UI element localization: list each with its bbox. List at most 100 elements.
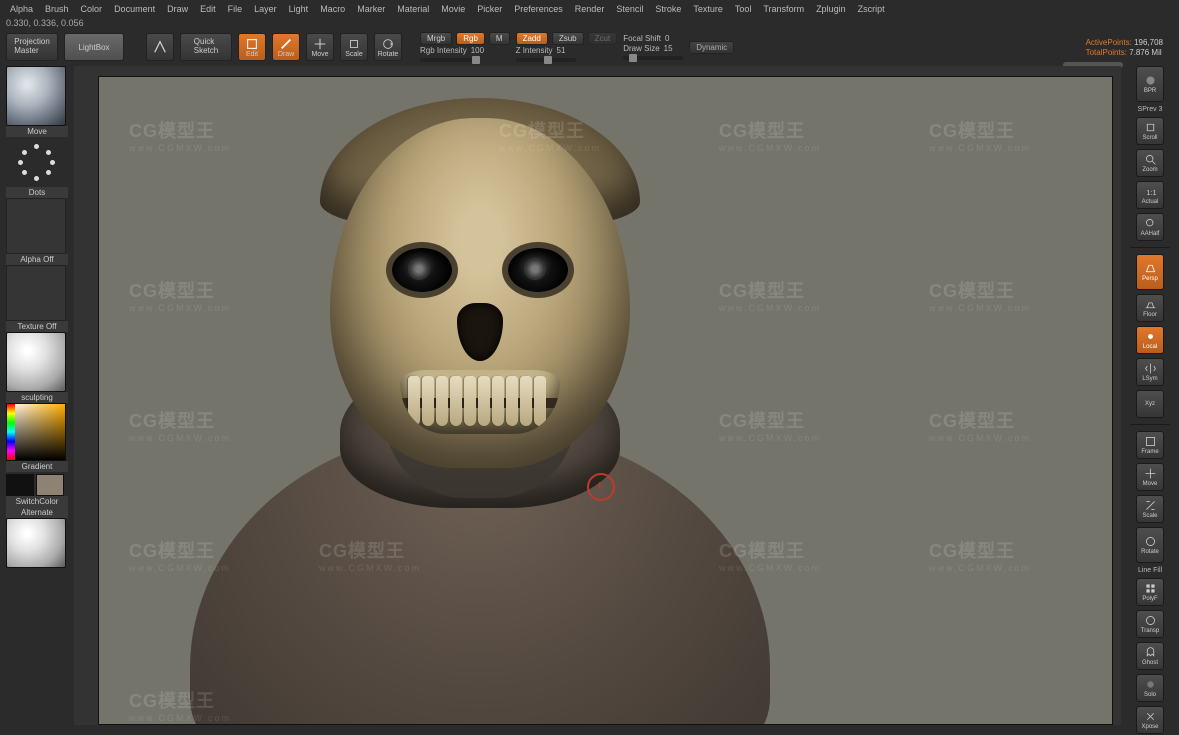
draw-size-value: 15 bbox=[664, 44, 673, 53]
rgb-intensity-value: 100 bbox=[471, 46, 484, 55]
alpha-swatch-label: Alpha Off bbox=[6, 254, 68, 265]
coord-readout: 0.330, 0.336, 0.056 bbox=[6, 18, 84, 30]
projection-master-button[interactable]: Projection Master bbox=[6, 33, 58, 61]
secondary-color[interactable] bbox=[6, 474, 34, 496]
persp-button[interactable]: Persp bbox=[1136, 254, 1164, 290]
z-intensity-label: Z Intensity bbox=[516, 46, 553, 55]
xyz-button[interactable]: Xyz bbox=[1136, 390, 1164, 418]
right-tool-rail: BPR SPrev 3 Scroll Zoom 1:1Actual AAHalf… bbox=[1127, 66, 1173, 734]
zcut-toggle[interactable]: Zcut bbox=[588, 32, 618, 45]
solo-button[interactable]: Solo bbox=[1136, 674, 1164, 702]
edit-button[interactable]: Edit bbox=[238, 33, 266, 61]
rotate-button[interactable]: Rotate bbox=[374, 33, 402, 61]
movenav-button[interactable]: Move bbox=[1136, 463, 1164, 491]
focal-shift-value: 0 bbox=[665, 34, 669, 43]
hue-bar[interactable] bbox=[7, 404, 15, 460]
quicksketch-button[interactable]: Quick Sketch bbox=[180, 33, 232, 61]
menu-color[interactable]: Color bbox=[81, 4, 103, 14]
spotlight-swatch[interactable] bbox=[6, 518, 66, 568]
texture-swatch-label: Texture Off bbox=[6, 321, 68, 332]
move-button[interactable]: Move bbox=[306, 33, 334, 61]
lightbox-button[interactable]: LightBox bbox=[64, 33, 124, 61]
menu-layer[interactable]: Layer bbox=[254, 4, 277, 14]
menu-tool[interactable]: Tool bbox=[735, 4, 752, 14]
rgb-intensity-label: Rgb Intensity bbox=[420, 46, 467, 55]
menu-file[interactable]: File bbox=[228, 4, 243, 14]
mrgb-toggle[interactable]: Mrgb bbox=[420, 32, 452, 45]
material-swatch[interactable] bbox=[6, 332, 66, 392]
menu-zplugin[interactable]: Zplugin bbox=[816, 4, 846, 14]
rotatenav-button[interactable]: Rotate bbox=[1136, 527, 1164, 563]
local-button[interactable]: Local bbox=[1136, 326, 1164, 354]
menu-render[interactable]: Render bbox=[575, 4, 605, 14]
menu-edit[interactable]: Edit bbox=[200, 4, 216, 14]
menu-picker[interactable]: Picker bbox=[477, 4, 502, 14]
bpr-button[interactable]: BPR bbox=[1136, 66, 1164, 102]
color-picker[interactable] bbox=[6, 403, 66, 461]
z-intensity-value: 51 bbox=[557, 46, 566, 55]
brush-swatch[interactable] bbox=[6, 66, 66, 126]
scale-button[interactable]: Scale bbox=[340, 33, 368, 61]
menu-document[interactable]: Document bbox=[114, 4, 155, 14]
stroke-swatch-label: Dots bbox=[6, 187, 68, 198]
floor-button[interactable]: Floor bbox=[1136, 294, 1164, 322]
menu-marker[interactable]: Marker bbox=[357, 4, 385, 14]
quicksketch-icon-button[interactable] bbox=[146, 33, 174, 61]
xpose-button[interactable]: Xpose bbox=[1136, 706, 1164, 734]
sprev-label: SPrev 3 bbox=[1138, 106, 1163, 113]
menu-brush[interactable]: Brush bbox=[45, 4, 69, 14]
frame-button[interactable]: Frame bbox=[1136, 431, 1164, 459]
ghost-button[interactable]: Ghost bbox=[1136, 642, 1164, 670]
svg-text:1:1: 1:1 bbox=[1146, 188, 1156, 197]
brush-swatch-label: Move bbox=[6, 126, 68, 137]
menu-bar: Alpha Brush Color Document Draw Edit Fil… bbox=[0, 0, 1179, 18]
gradient-label[interactable]: Gradient bbox=[6, 461, 68, 472]
lsym-button[interactable]: LSym bbox=[1136, 358, 1164, 386]
rgb-intensity-slider[interactable] bbox=[420, 58, 480, 62]
viewport-wrap: CG模型王www.CGMXW.com CG模型王www.CGMXW.com CG… bbox=[74, 66, 1121, 725]
primary-color[interactable] bbox=[36, 474, 64, 496]
draw-button[interactable]: Draw bbox=[272, 33, 300, 61]
scroll-button[interactable]: Scroll bbox=[1136, 117, 1164, 145]
menu-macro[interactable]: Macro bbox=[320, 4, 345, 14]
scalenav-button[interactable]: Scale bbox=[1136, 495, 1164, 523]
rgb-toggle[interactable]: Rgb bbox=[456, 32, 485, 45]
menu-transform[interactable]: Transform bbox=[763, 4, 804, 14]
transp-button[interactable]: Transp bbox=[1136, 610, 1164, 638]
switchcolor-button[interactable]: SwitchColor bbox=[6, 496, 68, 507]
menu-preferences[interactable]: Preferences bbox=[514, 4, 563, 14]
menu-stroke[interactable]: Stroke bbox=[655, 4, 681, 14]
linefill-label: Line Fill bbox=[1138, 567, 1162, 574]
menu-stencil[interactable]: Stencil bbox=[616, 4, 643, 14]
menu-zscript[interactable]: Zscript bbox=[858, 4, 885, 14]
draw-size-label: Draw Size bbox=[623, 44, 659, 53]
actual-button[interactable]: 1:1Actual bbox=[1136, 181, 1164, 209]
menu-light[interactable]: Light bbox=[289, 4, 309, 14]
alternate-button[interactable]: Alternate bbox=[6, 507, 68, 518]
zadd-toggle[interactable]: Zadd bbox=[516, 32, 548, 45]
m-toggle[interactable]: M bbox=[489, 32, 510, 45]
watermark: CG模型王www.CGMXW.com bbox=[929, 407, 1031, 443]
menu-draw[interactable]: Draw bbox=[167, 4, 188, 14]
alpha-swatch[interactable] bbox=[6, 198, 66, 254]
material-swatch-label: sculpting bbox=[6, 392, 68, 403]
left-palette: Move Dots Alpha Off Texture Off sculptin… bbox=[6, 66, 68, 568]
canvas[interactable]: CG模型王www.CGMXW.com CG模型王www.CGMXW.com CG… bbox=[98, 76, 1113, 725]
focal-shift-label: Focal Shift bbox=[623, 34, 661, 43]
polyf-button[interactable]: PolyF bbox=[1136, 578, 1164, 606]
menu-alpha[interactable]: Alpha bbox=[10, 4, 33, 14]
dynamic-toggle[interactable]: Dynamic bbox=[689, 41, 734, 54]
zsub-toggle[interactable]: Zsub bbox=[552, 32, 584, 45]
menu-movie[interactable]: Movie bbox=[441, 4, 465, 14]
draw-size-slider[interactable] bbox=[623, 56, 683, 60]
texture-swatch[interactable] bbox=[6, 265, 66, 321]
aahalf-button[interactable]: AAHalf bbox=[1136, 213, 1164, 241]
menu-material[interactable]: Material bbox=[397, 4, 429, 14]
z-intensity-slider[interactable] bbox=[516, 58, 576, 62]
menu-texture[interactable]: Texture bbox=[693, 4, 723, 14]
watermark: CG模型王www.CGMXW.com bbox=[929, 277, 1031, 313]
watermark: CG模型王www.CGMXW.com bbox=[929, 117, 1031, 153]
zoom-button[interactable]: Zoom bbox=[1136, 149, 1164, 177]
stroke-swatch[interactable] bbox=[6, 137, 66, 187]
top-toolbar: Projection Master LightBox Quick Sketch … bbox=[6, 30, 1173, 64]
